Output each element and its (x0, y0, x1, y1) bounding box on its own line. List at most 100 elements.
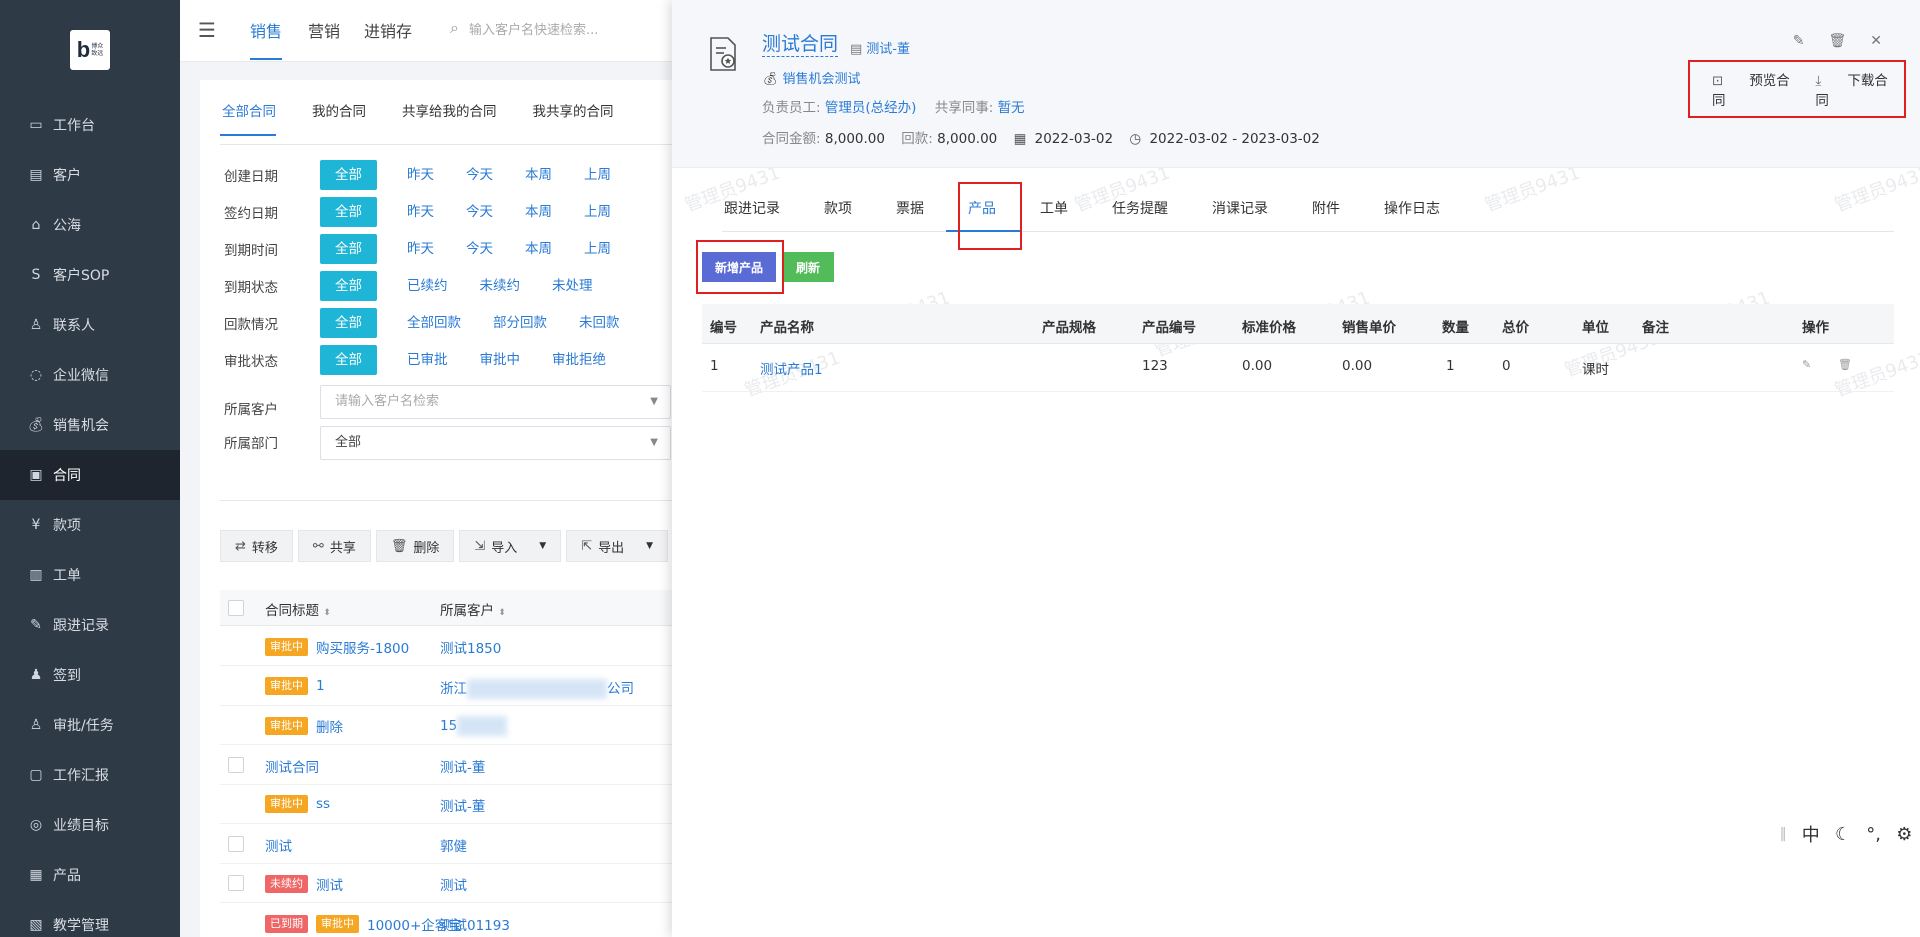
filter-option[interactable]: 全部 (320, 271, 377, 301)
refresh-button[interactable]: 刷新 (782, 252, 834, 282)
contract-title-cell[interactable]: 审批中 删除 (265, 716, 343, 736)
drawer-tab[interactable]: 工单 (1038, 198, 1068, 231)
drawer-tab[interactable]: 款项 (822, 198, 852, 231)
moon-icon[interactable]: ☾ (1835, 824, 1851, 845)
ime-grip-icon[interactable]: ‖ (1780, 826, 1787, 842)
customer-cell[interactable]: 浙江 公司 (440, 677, 634, 699)
customer-cell[interactable]: 测试 (440, 874, 467, 894)
filter-option[interactable]: 全部 (320, 160, 377, 190)
product-name-link[interactable]: 测试产品1 (760, 358, 823, 378)
sidebar-item[interactable]: ♟ 签到 (0, 650, 180, 700)
app-logo[interactable]: b 博众 致远 (70, 30, 110, 70)
contract-title-cell[interactable]: 测试 (265, 835, 292, 855)
filter-option[interactable]: 全部回款 (403, 308, 465, 338)
filter-option[interactable]: 未处理 (548, 271, 597, 301)
table-row[interactable]: 已到期 审批中 10000+企客宝 测试01193 (220, 903, 680, 937)
customer-cell[interactable]: 测试1850 (440, 637, 501, 657)
customer-cell[interactable]: 测试01193 (440, 914, 510, 934)
drawer-tab[interactable]: 票据 (894, 198, 924, 231)
dept-filter-select[interactable]: 全部 ▼ (320, 426, 671, 460)
close-icon[interactable]: ✕ (1870, 33, 1882, 49)
contract-title-cell[interactable]: 已到期 审批中 10000+企客宝 (265, 914, 462, 934)
sidebar-item[interactable]: S 客户SOP (0, 250, 180, 300)
table-row[interactable]: 审批中 1 浙江 公司 (220, 666, 680, 706)
preview-contract-button[interactable]: ⊡ 预览合同 (1712, 69, 1793, 109)
customer-search[interactable]: ⌕ 输入客户名快速检索... (450, 18, 598, 38)
filter-option[interactable]: 已续约 (403, 271, 452, 301)
table-row[interactable]: 审批中 删除 15 (220, 705, 680, 745)
sidebar-item[interactable]: ▣ 合同 (0, 450, 180, 500)
filter-option[interactable]: 本周 (521, 160, 556, 190)
opportunity-link[interactable]: 💰︎ 销售机会测试 (762, 68, 861, 87)
filter-option[interactable]: 已审批 (403, 345, 452, 375)
tab-sales[interactable]: 销售 (250, 18, 283, 60)
table-row[interactable]: 测试 郭健 (220, 824, 680, 864)
drawer-tab[interactable]: 操作日志 (1382, 198, 1440, 231)
sidebar-item[interactable]: ◎ 业绩目标 (0, 800, 180, 850)
sidebar-item[interactable]: ▭ 工作台 (0, 100, 180, 150)
filter-option[interactable]: 未续约 (476, 271, 525, 301)
filter-option[interactable]: 今天 (462, 160, 497, 190)
contract-title-cell[interactable]: 审批中 ss (265, 795, 330, 813)
customer-cell[interactable]: 测试-董 (440, 795, 485, 815)
filter-option[interactable]: 审批拒绝 (548, 345, 610, 375)
sidebar-item[interactable]: ✎ 跟进记录 (0, 600, 180, 650)
filter-option[interactable]: 上周 (580, 160, 615, 190)
tab-marketing[interactable]: 营销 (308, 18, 340, 42)
filter-option[interactable]: 上周 (580, 234, 615, 264)
sidebar-item[interactable]: ⌂ 公海 (0, 200, 180, 250)
trash-icon[interactable]: 🗑︎ (1838, 358, 1852, 371)
sidebar-item[interactable]: ♙ 联系人 (0, 300, 180, 350)
download-contract-button[interactable]: ⤓ 下载合同 (1815, 69, 1892, 109)
share-value[interactable]: 暂无 (998, 100, 1025, 116)
table-row[interactable]: 测试合同 测试-董 (220, 745, 680, 785)
trash-icon[interactable]: 🗑︎ (1828, 33, 1846, 49)
sidebar-item[interactable]: ¥ 款项 (0, 500, 180, 550)
row-checkbox[interactable] (228, 756, 244, 773)
filter-option[interactable]: 未回款 (575, 308, 624, 338)
sidebar-item[interactable]: ▥ 工单 (0, 550, 180, 600)
filter-option[interactable]: 部分回款 (489, 308, 551, 338)
subtab-my-contracts[interactable]: 我的合同 (310, 100, 366, 136)
table-row[interactable]: 审批中 购买服务-1800 测试1850 (220, 626, 680, 666)
filter-option[interactable]: 全部 (320, 308, 377, 338)
column-header-title[interactable]: 合同标题 ⬍ (265, 599, 331, 619)
menu-toggle-icon[interactable]: ☰ (198, 18, 216, 42)
select-all-checkbox[interactable] (228, 600, 244, 616)
subtab-shared-to-me[interactable]: 共享给我的合同 (400, 100, 497, 136)
contract-title-cell[interactable]: 审批中 1 (265, 676, 325, 695)
filter-option[interactable]: 上周 (580, 197, 615, 227)
filter-option[interactable]: 昨天 (403, 234, 438, 264)
table-row[interactable]: 审批中 ss 测试-董 (220, 784, 680, 824)
row-checkbox[interactable] (228, 835, 244, 852)
drawer-tab[interactable]: 任务提醒 (1110, 198, 1168, 231)
share-button[interactable]: ⚯ 共享 (297, 530, 371, 562)
filter-option[interactable]: 今天 (462, 197, 497, 227)
gear-icon[interactable]: ⚙ (1896, 824, 1912, 845)
customer-filter-select[interactable]: 请输入客户名检索 ▼ (320, 385, 671, 419)
contract-title-cell[interactable]: 测试合同 (265, 756, 319, 776)
subtab-shared-by-me[interactable]: 我共享的合同 (531, 100, 614, 136)
sidebar-item[interactable]: ▧ 教学管理 (0, 900, 180, 937)
sidebar-item[interactable]: ▤ 客户 (0, 150, 180, 200)
edit-icon[interactable]: ✎ (1793, 33, 1805, 49)
filter-option[interactable]: 昨天 (403, 160, 438, 190)
ime-punctuation-toggle[interactable]: °, (1866, 824, 1881, 845)
export-button[interactable]: ⇱ 导出 ▼ (566, 530, 669, 562)
sidebar-item[interactable]: ▢ 工作汇报 (0, 750, 180, 800)
filter-option[interactable]: 昨天 (403, 197, 438, 227)
transfer-button[interactable]: ⇄ 转移 (220, 530, 293, 562)
filter-option[interactable]: 全部 (320, 345, 377, 375)
row-checkbox[interactable] (228, 875, 244, 891)
drawer-tab[interactable]: 附件 (1310, 198, 1340, 231)
filter-option[interactable]: 审批中 (476, 345, 525, 375)
customer-cell[interactable]: 郭健 (440, 835, 467, 855)
sidebar-item[interactable]: ▦ 产品 (0, 850, 180, 900)
filter-option[interactable]: 全部 (320, 234, 377, 264)
column-header-customer[interactable]: 所属客户 ⬍ (440, 599, 506, 619)
drawer-tab[interactable]: 跟进记录 (722, 198, 780, 231)
edit-icon[interactable]: ✎ (1802, 358, 1811, 371)
sidebar-item[interactable]: ◌ 企业微信 (0, 350, 180, 400)
subtab-all-contracts[interactable]: 全部合同 (220, 100, 276, 136)
filter-option[interactable]: 全部 (320, 197, 377, 227)
